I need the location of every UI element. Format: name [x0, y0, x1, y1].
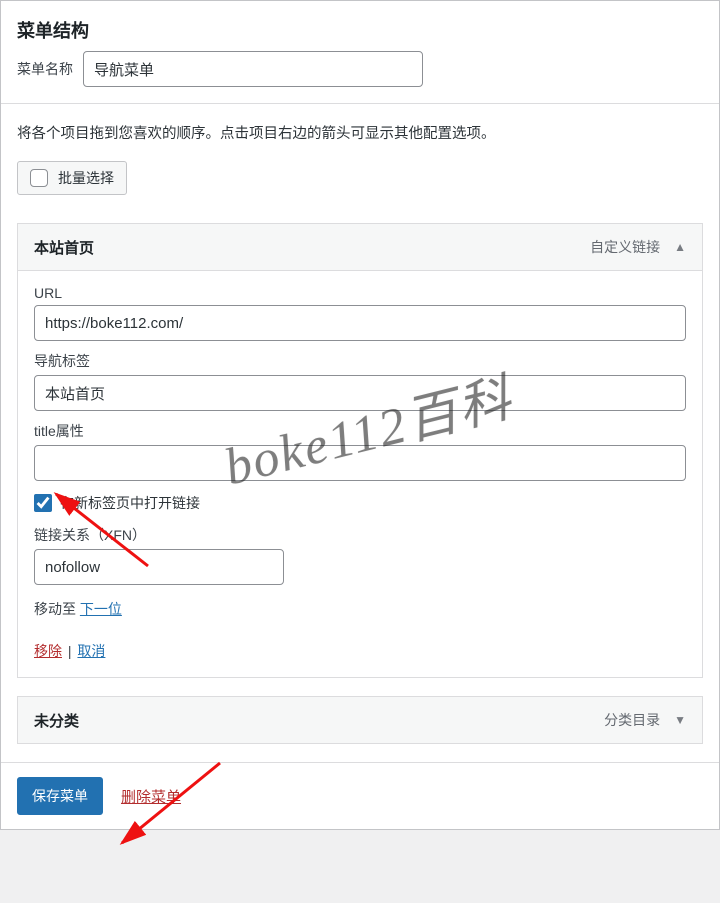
footer-bar: 保存菜单 删除菜单	[1, 762, 719, 829]
separator: |	[68, 643, 72, 659]
new-tab-checkbox[interactable]	[34, 494, 52, 512]
bulk-select-checkbox-icon	[30, 169, 48, 187]
menu-name-label: 菜单名称	[17, 59, 73, 79]
menu-item-type-label: 分类目录	[604, 710, 660, 730]
item-actions-row: 移除 | 取消	[34, 641, 686, 661]
nav-label-input[interactable]	[34, 375, 686, 411]
bulk-select-wrap: 批量选择	[17, 161, 703, 195]
url-input[interactable]	[34, 305, 686, 341]
menu-item-type-label: 自定义链接	[590, 237, 660, 257]
menu-item: 本站首页 自定义链接 ▲ URL 导航标签 title属性	[17, 223, 703, 678]
menu-item-body: URL 导航标签 title属性 在新标签页中打开链接 链接关系（XFN）	[17, 271, 703, 678]
menu-item-meta: 自定义链接 ▲	[590, 237, 686, 257]
chevron-down-icon: ▼	[674, 713, 686, 727]
move-next-link[interactable]: 下一位	[80, 601, 122, 617]
nav-label-label: 导航标签	[34, 351, 686, 371]
remove-link[interactable]: 移除	[34, 643, 62, 659]
new-tab-label: 在新标签页中打开链接	[60, 493, 200, 513]
menu-name-row: 菜单名称	[1, 51, 719, 104]
delete-menu-link[interactable]: 删除菜单	[121, 786, 181, 807]
url-field: URL	[34, 285, 686, 341]
title-attr-label: title属性	[34, 421, 686, 441]
menu-item-meta: 分类目录 ▼	[604, 710, 686, 730]
menu-item-title: 本站首页	[34, 237, 94, 258]
nav-label-field: 导航标签	[34, 351, 686, 411]
chevron-up-icon: ▲	[674, 240, 686, 254]
title-attr-input[interactable]	[34, 445, 686, 481]
xfn-field: 链接关系（XFN）	[34, 525, 686, 585]
bulk-select-label: 批量选择	[58, 168, 114, 188]
move-label: 移动至	[34, 601, 76, 617]
body-section: 将各个项目拖到您喜欢的顺序。点击项目右边的箭头可显示其他配置选项。 批量选择 本…	[1, 104, 719, 744]
cancel-link[interactable]: 取消	[77, 643, 105, 659]
xfn-label: 链接关系（XFN）	[34, 525, 686, 545]
title-attr-field: title属性	[34, 421, 686, 481]
menu-item-header[interactable]: 未分类 分类目录 ▼	[17, 696, 703, 744]
menu-name-input[interactable]	[83, 51, 423, 87]
menu-item-header[interactable]: 本站首页 自定义链接 ▲	[17, 223, 703, 271]
menu-structure-panel: 菜单结构 菜单名称 将各个项目拖到您喜欢的顺序。点击项目右边的箭头可显示其他配置…	[0, 0, 720, 830]
menu-item: 未分类 分类目录 ▼	[17, 696, 703, 744]
url-label: URL	[34, 285, 686, 301]
save-menu-button[interactable]: 保存菜单	[17, 777, 103, 815]
new-tab-row: 在新标签页中打开链接	[34, 493, 686, 513]
bulk-select-button[interactable]: 批量选择	[17, 161, 127, 195]
instructions-text: 将各个项目拖到您喜欢的顺序。点击项目右边的箭头可显示其他配置选项。	[17, 122, 703, 143]
menu-item-title: 未分类	[34, 710, 79, 731]
section-title: 菜单结构	[17, 17, 703, 43]
xfn-input[interactable]	[34, 549, 284, 585]
section-header: 菜单结构	[1, 1, 719, 51]
move-row: 移动至 下一位	[34, 599, 686, 619]
